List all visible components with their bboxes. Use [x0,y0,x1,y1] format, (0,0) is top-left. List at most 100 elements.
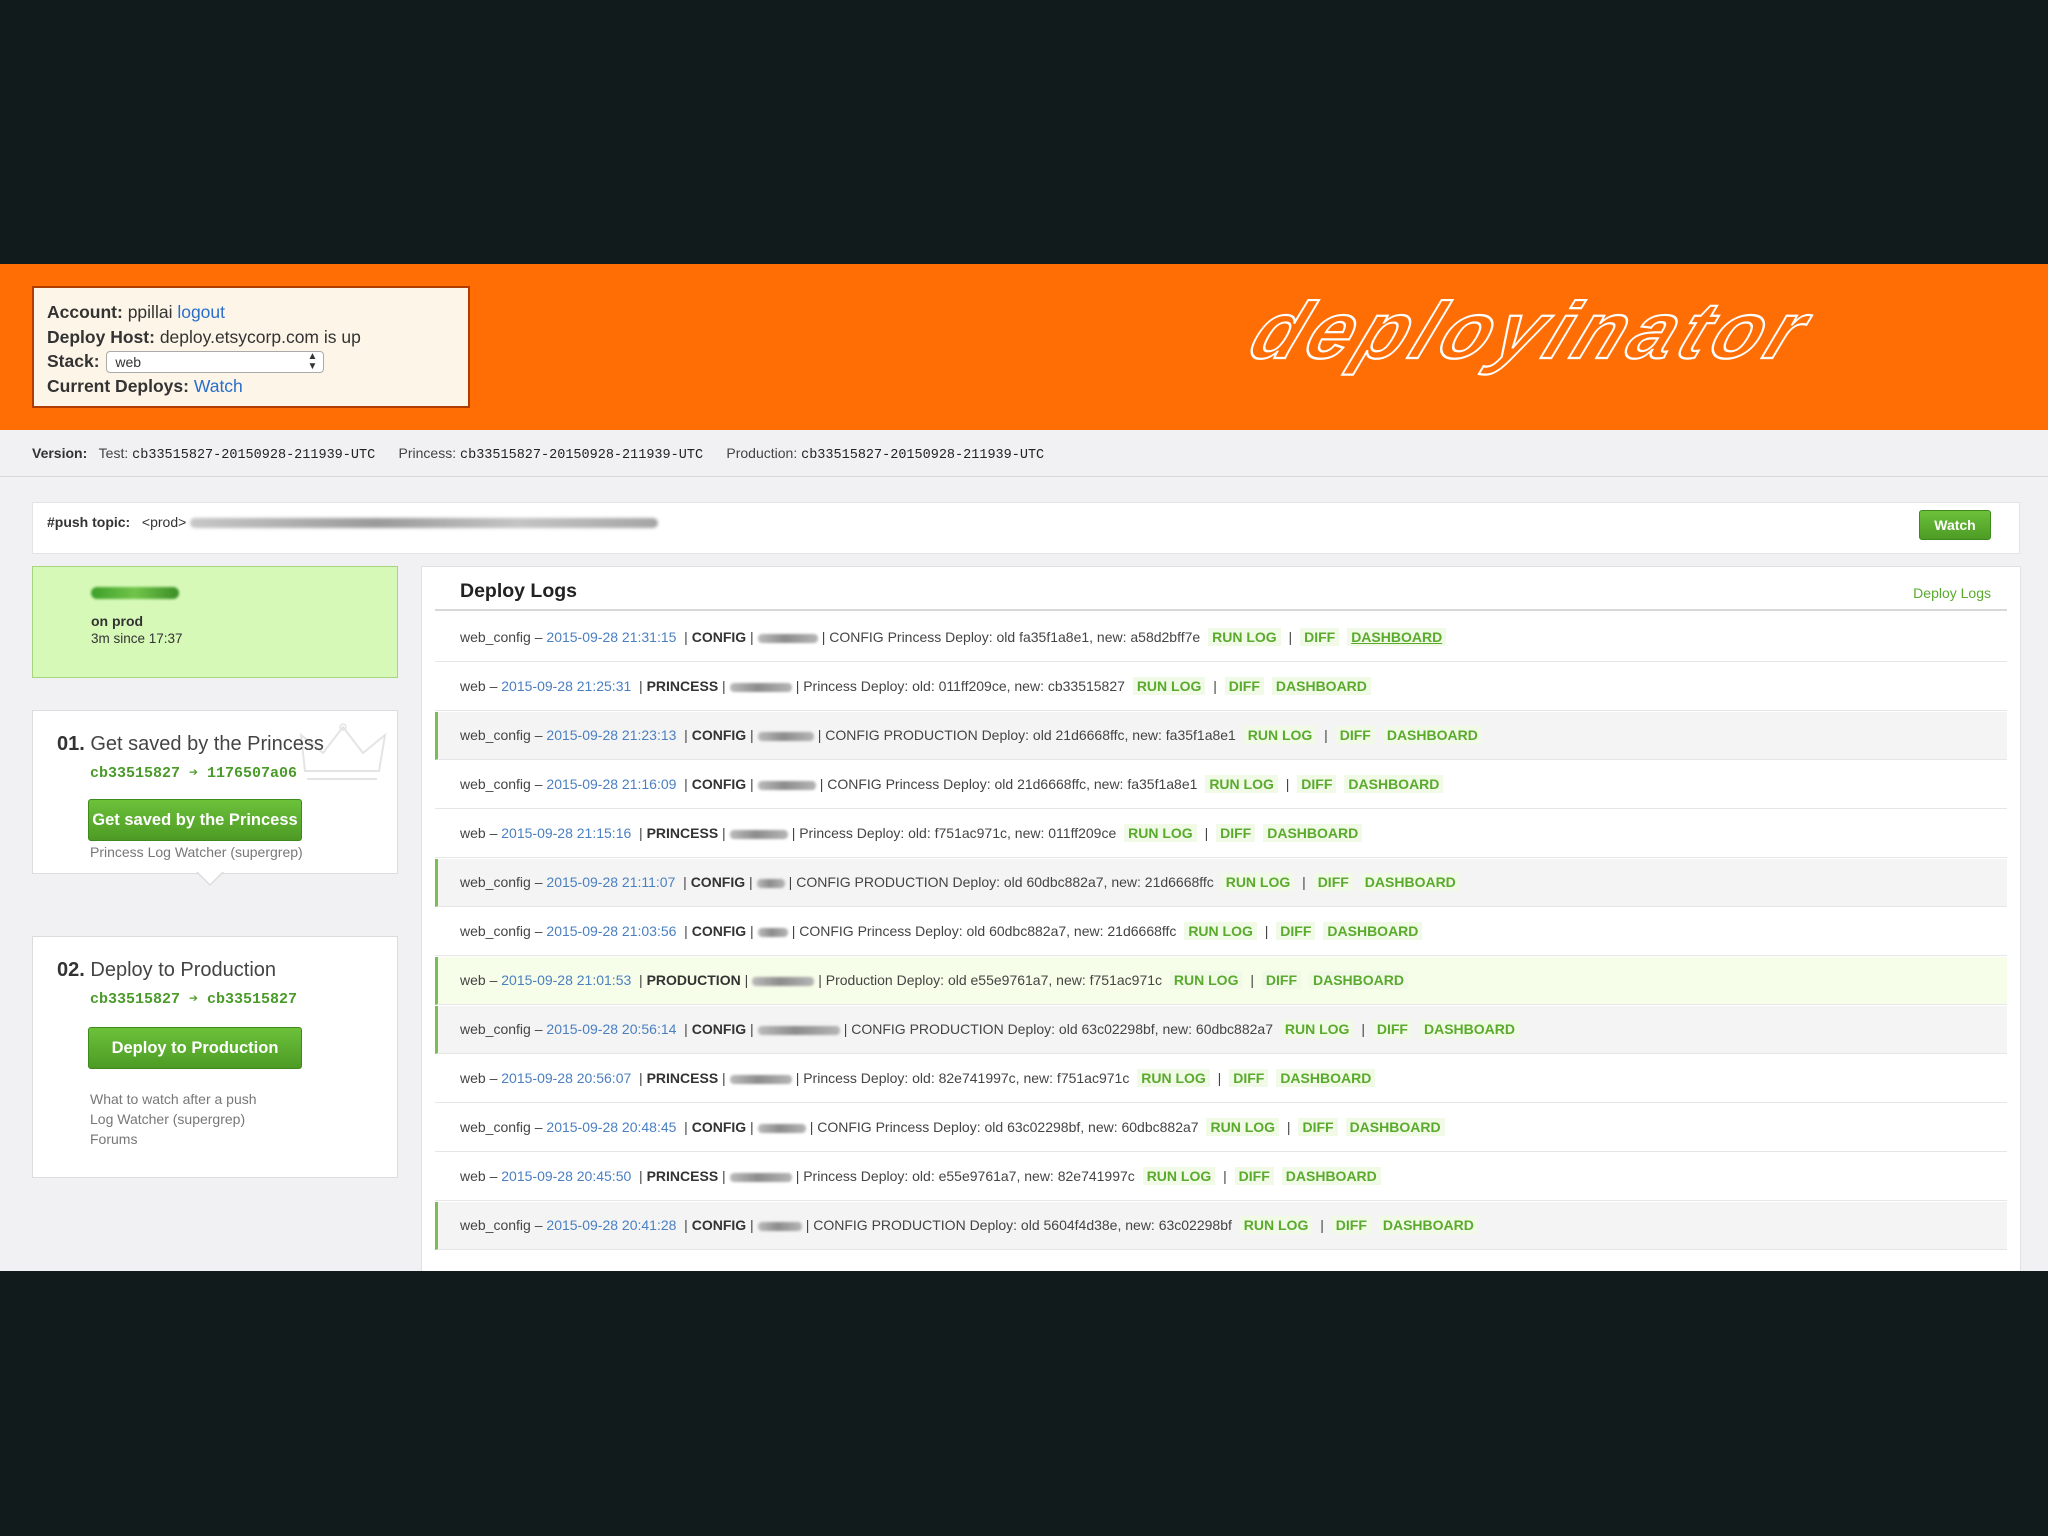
run-log-button[interactable]: RUN LOG [1208,628,1281,646]
log-env: CONFIG [691,727,747,743]
log-env: PRINCESS [646,678,719,694]
diff-button[interactable]: DIFF [1224,677,1264,695]
diff-button[interactable]: DIFF [1261,971,1301,989]
run-log-button[interactable]: RUN LOG [1124,824,1197,842]
push-topic-bar: #push topic: <prod> Watch [32,502,2020,554]
deploy-host-status: deploy.etsycorp.com is up [159,326,361,347]
log-env: CONFIG [691,923,747,939]
step-1-title-text: Get saved by the Princess [90,733,324,755]
forums-link[interactable]: Forums [90,1129,257,1149]
run-log-button[interactable]: RUN LOG [1280,1020,1354,1038]
log-stack: web [460,1168,486,1184]
log-message: Princess Deploy: old: e55e9761a7, new: 8… [803,1168,1135,1184]
diff-button[interactable]: DIFF [1372,1020,1412,1038]
log-date-link[interactable]: 2015-09-28 21:03:56 [546,923,676,939]
dashboard-button[interactable]: DASHBOARD [1263,824,1363,842]
dashboard-button[interactable]: DASHBOARD [1345,1118,1445,1136]
diff-button[interactable]: DIFF [1234,1167,1274,1185]
log-message: Production Deploy: old e55e9761a7, new: … [825,972,1163,988]
log-row: web – 2015-09-28 21:15:16 | PRINCESS | | … [435,810,2007,858]
logout-link[interactable]: logout [177,302,225,322]
log-env: PRODUCTION [646,972,741,988]
diff-button[interactable]: DIFF [1276,922,1316,940]
log-date-link[interactable]: 2015-09-28 21:15:16 [501,825,631,841]
production-version-label: Production: [726,445,798,461]
run-log-button[interactable]: RUN LOG [1137,1069,1210,1087]
log-stack: web_config [460,629,531,645]
run-log-button[interactable]: RUN LOG [1132,677,1206,695]
log-date-link[interactable]: 2015-09-28 20:41:28 [546,1217,676,1233]
log-row: web_config – 2015-09-28 21:31:15 | CONFI… [435,614,2007,662]
header: Account: ppillai logout Deploy Host: dep… [0,264,2048,430]
log-row: web_config – 2015-09-28 20:56:14 | CONFI… [435,1006,2007,1054]
step-1-sha: cb33515827 ➔ 1176507a06 [90,765,298,782]
diff-button[interactable]: DIFF [1335,726,1375,744]
log-row: web – 2015-09-28 20:45:50 | PRINCESS | | … [435,1153,2007,1201]
log-date-link[interactable]: 2015-09-28 20:56:07 [501,1070,631,1086]
log-date-link[interactable]: 2015-09-28 21:23:13 [546,727,676,743]
run-log-button[interactable]: RUN LOG [1169,971,1243,989]
deploy-logs-header-link[interactable]: Deploy Logs [1913,585,1991,601]
current-deploys-watch-link[interactable]: Watch [194,376,243,396]
dashboard-button[interactable]: DASHBOARD [1344,775,1444,793]
diff-button[interactable]: DIFF [1300,628,1340,646]
run-log-button[interactable]: RUN LOG [1184,922,1257,940]
log-date-link[interactable]: 2015-09-28 20:56:14 [546,1021,676,1037]
log-env: CONFIG [691,776,747,792]
log-stack: web [460,825,486,841]
run-log-button[interactable]: RUN LOG [1206,1118,1280,1136]
account-label: Account: [47,302,123,322]
dashboard-button[interactable]: DASHBOARD [1271,677,1371,695]
push-topic-prefix: <prod> [141,514,187,530]
stack-select[interactable]: web ▲ ▼ [106,351,325,374]
deploy-to-production-button[interactable]: Deploy to Production [88,1027,302,1069]
log-watcher-link[interactable]: Log Watcher (supergrep) [90,1109,257,1129]
log-date-link[interactable]: 2015-09-28 21:25:31 [501,678,631,694]
log-row: web_config – 2015-09-28 20:48:45 | CONFI… [435,1104,2007,1152]
dashboard-button[interactable]: DASHBOARD [1323,922,1423,940]
dashboard-button[interactable]: DASHBOARD [1347,628,1447,646]
run-log-button[interactable]: RUN LOG [1239,1216,1313,1234]
diff-button[interactable]: DIFF [1297,775,1337,793]
get-saved-by-princess-button[interactable]: Get saved by the Princess [88,799,302,841]
log-stack: web [460,678,486,694]
log-date-link[interactable]: 2015-09-28 21:31:15 [546,629,676,645]
test-version: cb33515827-20150928-211939-UTC [132,448,376,463]
stack-select-value: web [115,354,142,371]
dashboard-button[interactable]: DASHBOARD [1419,1020,1519,1038]
dashboard-button[interactable]: DASHBOARD [1378,1216,1478,1234]
deploy-status-box: on prod 3m since 17:37 [32,566,398,678]
log-user-redacted [729,829,788,839]
dashboard-button[interactable]: DASHBOARD [1276,1069,1376,1087]
diff-button[interactable]: DIFF [1229,1069,1269,1087]
log-user-redacted [752,976,815,986]
log-date-link[interactable]: 2015-09-28 20:45:50 [501,1168,631,1184]
run-log-button[interactable]: RUN LOG [1243,726,1317,744]
push-topic-watch-button[interactable]: Watch [1919,510,1991,540]
log-date-link[interactable]: 2015-09-28 21:16:09 [546,776,676,792]
version-bar: Version: Test: cb33515827-20150928-21193… [0,430,2048,477]
log-stack: web_config [460,1217,531,1233]
run-log-button[interactable]: RUN LOG [1205,775,1278,793]
dashboard-button[interactable]: DASHBOARD [1382,726,1482,744]
run-log-button[interactable]: RUN LOG [1142,1167,1216,1185]
dashboard-button[interactable]: DASHBOARD [1281,1167,1381,1185]
account-line: Account: ppillai logout [47,300,468,325]
deployer-redacted [91,587,179,599]
run-log-button[interactable]: RUN LOG [1221,873,1295,891]
log-user-redacted [729,1074,792,1084]
diff-button[interactable]: DIFF [1216,824,1256,842]
what-to-watch-link[interactable]: What to watch after a push [90,1089,257,1109]
stack-line: Stack: web ▲ ▼ [47,349,468,374]
dashboard-button[interactable]: DASHBOARD [1309,971,1408,989]
log-date-link[interactable]: 2015-09-28 21:01:53 [501,972,631,988]
log-date-link[interactable]: 2015-09-28 21:11:07 [546,874,675,890]
dashboard-button[interactable]: DASHBOARD [1360,873,1460,891]
diff-button[interactable]: DIFF [1298,1118,1338,1136]
princess-log-watcher-link[interactable]: Princess Log Watcher (supergrep) [90,842,303,862]
diff-button[interactable]: DIFF [1313,873,1353,891]
log-date-link[interactable]: 2015-09-28 20:48:45 [546,1119,676,1135]
deploy-host-label: Deploy Host: [47,326,155,347]
log-env: CONFIG [691,1021,747,1037]
diff-button[interactable]: DIFF [1331,1216,1371,1234]
